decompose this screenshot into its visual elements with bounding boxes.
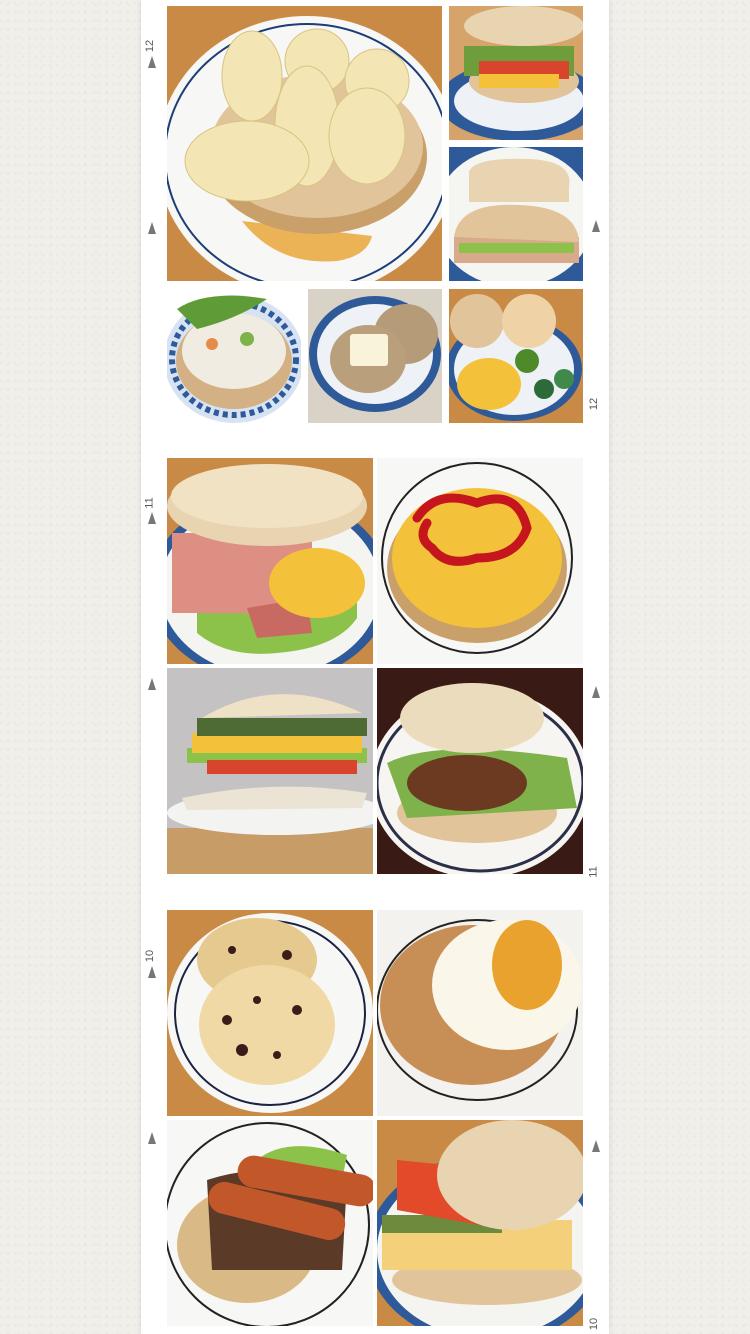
frame-triangle-icon bbox=[148, 678, 156, 690]
frame-triangle-icon bbox=[148, 512, 156, 524]
photo-sausage-muffin[interactable] bbox=[167, 1120, 373, 1326]
photo-bacon-egg-muffin[interactable] bbox=[167, 458, 373, 664]
frame-triangle-icon bbox=[592, 220, 600, 232]
photo-ham-egg-sandwich-top[interactable] bbox=[449, 6, 583, 140]
photo-banana-muffin[interactable] bbox=[167, 6, 442, 281]
photo-hamburger-muffin[interactable] bbox=[377, 668, 583, 874]
photo-potato-salad-muffin[interactable] bbox=[167, 289, 301, 423]
photo-ham-egg-sandwich-open[interactable] bbox=[449, 147, 583, 281]
photo-ketchup-egg-muffin[interactable] bbox=[377, 458, 583, 664]
frame-triangle-icon bbox=[592, 1140, 600, 1152]
frame-number: 11 bbox=[143, 497, 156, 509]
frame-triangle-icon bbox=[148, 1132, 156, 1144]
frame-triangle-icon bbox=[148, 56, 156, 68]
photo-egg-tomato-muffin-side[interactable] bbox=[167, 668, 373, 874]
photo-cheese-jam-muffin[interactable] bbox=[377, 910, 583, 1116]
photo-butter-muffin[interactable] bbox=[308, 289, 442, 423]
frame-triangle-icon bbox=[148, 966, 156, 978]
frame-triangle-icon bbox=[148, 222, 156, 234]
photo-raisin-cheese-muffin[interactable] bbox=[167, 910, 373, 1116]
frame-number: 10 bbox=[144, 949, 157, 963]
photo-tomato-egg-salad-muffin[interactable] bbox=[377, 1120, 583, 1326]
photo-breakfast-plate[interactable] bbox=[449, 289, 583, 423]
frame-triangle-icon bbox=[592, 686, 600, 698]
frame-number: 11 bbox=[587, 866, 600, 878]
frame-number: 12 bbox=[144, 39, 157, 53]
banana-muffin-image bbox=[167, 6, 442, 281]
frame-number: 12 bbox=[588, 397, 601, 411]
frame-number: 10 bbox=[588, 1317, 601, 1331]
